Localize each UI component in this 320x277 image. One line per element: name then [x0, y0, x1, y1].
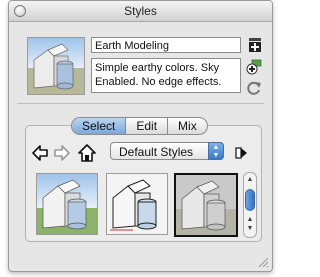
style-preview-graphic [28, 38, 84, 94]
dropdown-arrows-icon: ▲ ▼ [208, 142, 224, 160]
library-dropdown-value: Default Styles [119, 145, 194, 159]
home-icon [78, 144, 96, 162]
create-style-icon [249, 38, 261, 52]
update-style-button[interactable] [246, 59, 262, 75]
refresh-button[interactable] [246, 80, 262, 96]
window-title: Styles [124, 4, 157, 18]
scrollbar-thumb[interactable] [245, 189, 255, 211]
style-thumbnail[interactable] [106, 173, 168, 235]
section-divider [17, 103, 264, 104]
style-thumbnail-graphic [176, 175, 236, 235]
forward-button[interactable] [53, 144, 71, 162]
back-arrow-icon [32, 145, 48, 161]
style-thumbnail-graphic [107, 174, 167, 234]
update-style-icon [246, 59, 262, 75]
details-arrow-icon [235, 147, 247, 159]
current-style-thumbnail [27, 37, 85, 95]
scroll-up-icon[interactable]: ▲ [245, 176, 255, 183]
styles-window: Styles Earth Modeling Simple earthy colo… [8, 0, 273, 272]
style-thumbnail-selected[interactable] [174, 173, 238, 237]
scroll-up-icon[interactable]: ▲ [245, 216, 255, 223]
create-style-button[interactable] [247, 37, 263, 53]
back-button[interactable] [31, 144, 49, 162]
refresh-icon [247, 81, 261, 95]
details-button[interactable] [232, 144, 250, 162]
style-thumbnail[interactable] [36, 173, 98, 235]
style-name-field[interactable]: Earth Modeling [91, 37, 241, 53]
tab-select[interactable]: Select [72, 118, 127, 134]
tab-bar: Select Edit Mix [71, 117, 208, 135]
resize-grip-icon[interactable] [257, 256, 269, 268]
style-description-field[interactable]: Simple earthy colors. Sky Enabled. No ed… [91, 58, 241, 93]
home-button[interactable] [78, 144, 96, 162]
forward-arrow-icon [54, 145, 70, 161]
title-bar[interactable]: Styles [9, 1, 272, 22]
thumbnails-scrollbar[interactable]: ▲ ▲ ▼ [243, 172, 257, 238]
scroll-down-icon[interactable]: ▼ [245, 225, 255, 232]
style-thumbnail-graphic [37, 174, 97, 234]
tab-mix[interactable]: Mix [168, 118, 207, 134]
tab-edit[interactable]: Edit [126, 118, 169, 134]
library-dropdown[interactable]: Default Styles ▲ ▼ [110, 142, 224, 160]
